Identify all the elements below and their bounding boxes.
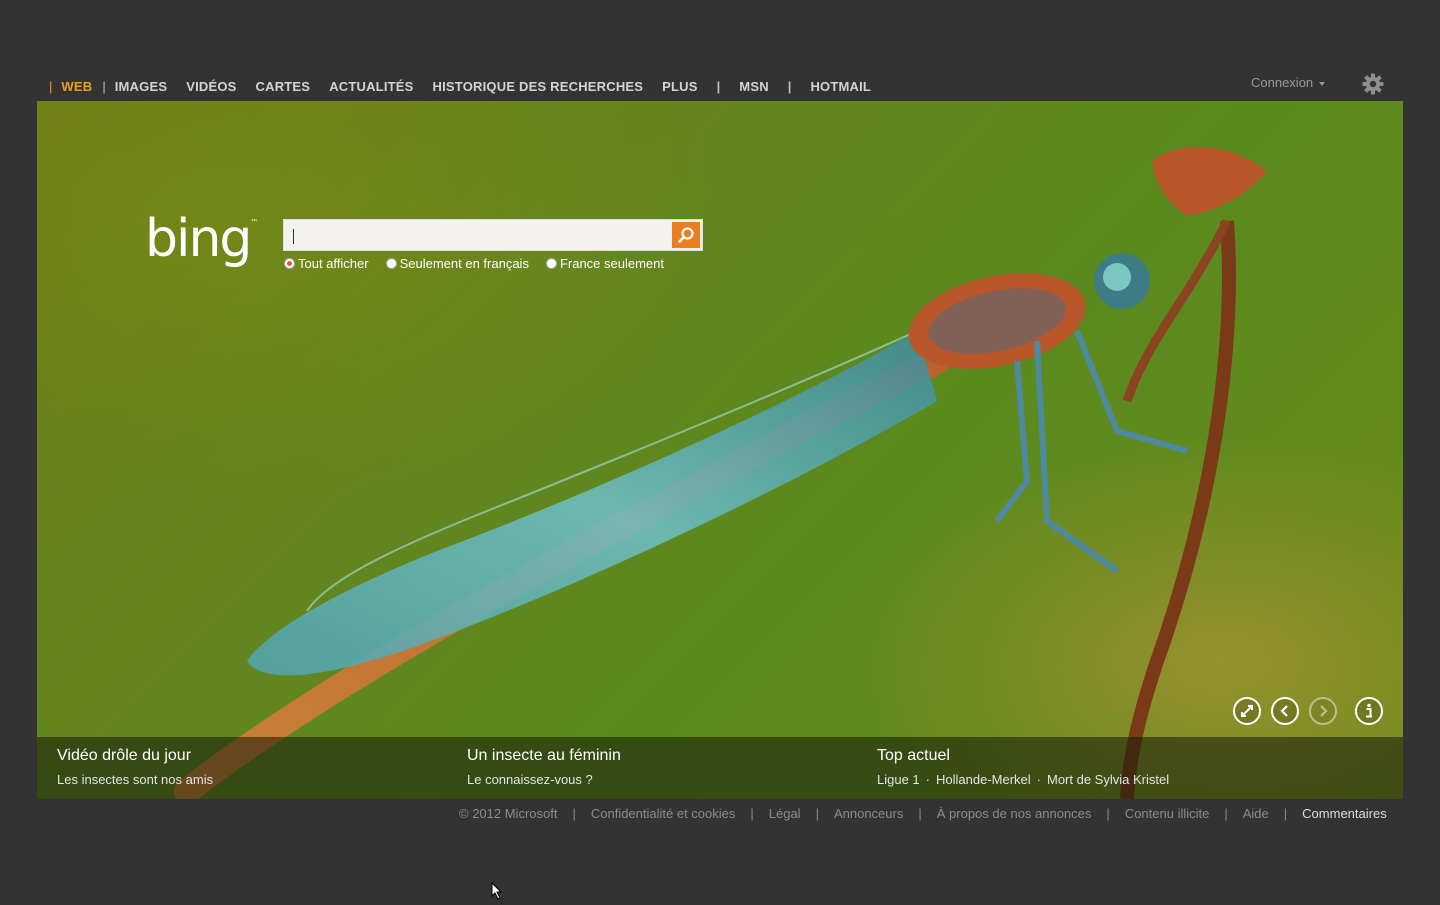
radio-button[interactable] — [385, 258, 397, 269]
nav-images[interactable]: IMAGES — [115, 79, 167, 94]
footer-separator: | — [918, 806, 922, 821]
expand-icon[interactable] — [1233, 697, 1261, 725]
top-link[interactable]: Hollande-Merkel — [936, 772, 1031, 787]
nav-separator: | — [102, 78, 106, 94]
top-link[interactable]: Mort de Sylvia Kristel — [1047, 772, 1169, 787]
strip-column-insecte[interactable]: Un insecte au féminin Le connaissez-vous… — [467, 747, 621, 787]
footer-separator: | — [750, 806, 754, 821]
dot-separator: · — [1036, 772, 1041, 787]
nav-hotmail[interactable]: HOTMAIL — [810, 79, 871, 94]
footer-link-commentaires[interactable]: Commentaires — [1302, 806, 1387, 821]
nav-msn[interactable]: MSN — [739, 79, 769, 94]
next-icon[interactable] — [1309, 697, 1337, 725]
mouse-pointer-icon — [491, 881, 503, 905]
gear-icon[interactable] — [1361, 72, 1385, 96]
copyright: © 2012 Microsoft — [459, 806, 558, 821]
strip-title[interactable]: Un insecte au féminin — [467, 747, 621, 765]
radio-button[interactable] — [545, 258, 557, 269]
radio-button-selected[interactable] — [284, 258, 295, 269]
top-navigation: | WEB | IMAGES VIDÉOS CARTES ACTUALITÉS … — [49, 76, 890, 96]
radio-label: Seulement en français — [399, 256, 529, 271]
footer: © 2012 Microsoft | Confidentialité et co… — [459, 806, 1387, 821]
nav-historique[interactable]: HISTORIQUE DES RECHERCHES — [433, 79, 644, 94]
info-icon[interactable] — [1355, 697, 1383, 725]
nav-separator: | — [787, 78, 792, 94]
strip-subtitle[interactable]: Les insectes sont nos amis — [57, 772, 213, 787]
trademark-mark: ™ — [250, 218, 259, 227]
radio-label: Tout afficher — [298, 256, 369, 271]
dragonfly-illustration — [174, 147, 1267, 799]
chevron-down-icon — [1319, 81, 1326, 86]
strip-subtitle[interactable]: Le connaissez-vous ? — [467, 772, 621, 787]
previous-icon[interactable] — [1271, 697, 1299, 725]
hotspot-strip: Vidéo drôle du jour Les insectes sont no… — [37, 737, 1403, 799]
footer-separator: | — [1283, 806, 1288, 821]
nav-separator: | — [716, 78, 721, 94]
footer-separator: | — [815, 806, 819, 821]
footer-separator: | — [1224, 806, 1228, 821]
nav-separator: | — [49, 78, 53, 94]
radio-tout-afficher[interactable]: Tout afficher — [284, 256, 369, 271]
nav-web[interactable]: WEB — [61, 79, 92, 94]
radio-france-seulement[interactable]: France seulement — [545, 256, 665, 271]
strip-links: Ligue 1 · Hollande-Merkel · Mort de Sylvia K… — [877, 772, 1169, 787]
strip-column-video[interactable]: Vidéo drôle du jour Les insectes sont no… — [57, 747, 213, 787]
hero-image: bing™ Tout afficher Seulement en françai… — [37, 101, 1403, 799]
connexion-label: Connexion — [1251, 75, 1314, 90]
footer-separator: | — [572, 806, 576, 821]
nav-videos[interactable]: VIDÉOS — [186, 79, 236, 94]
search-icon — [678, 227, 694, 243]
search-input[interactable] — [283, 219, 703, 251]
footer-separator: | — [1106, 806, 1110, 821]
strip-title: Top actuel — [877, 747, 950, 764]
nav-cartes[interactable]: CARTES — [256, 79, 311, 94]
bing-logo: bing™ — [145, 213, 258, 265]
bing-logo-text: bing — [145, 209, 252, 269]
footer-link-aide[interactable]: Aide — [1243, 806, 1269, 821]
footer-link-legal[interactable]: Légal — [769, 806, 801, 821]
text-cursor — [293, 229, 294, 244]
connexion-menu[interactable]: Connexion — [1251, 75, 1326, 90]
hero-controls — [37, 697, 1403, 727]
top-link[interactable]: Ligue 1 — [877, 772, 920, 787]
radio-label: France seulement — [559, 256, 665, 271]
search-button[interactable] — [672, 222, 700, 248]
footer-link-apropos-annonces[interactable]: À propos de nos annonces — [937, 806, 1092, 821]
nav-plus[interactable]: PLUS — [662, 79, 697, 94]
search-scope-options: Tout afficher Seulement en français Fran… — [284, 256, 681, 271]
nav-actualites[interactable]: ACTUALITÉS — [329, 79, 413, 94]
strip-column-top-actuel: Top actuel Ligue 1 · Hollande-Merkel · Mort … — [877, 747, 1169, 787]
radio-seulement-francais[interactable]: Seulement en français — [385, 256, 529, 271]
dot-separator: · — [925, 772, 930, 787]
footer-link-confidentialite[interactable]: Confidentialité et cookies — [591, 806, 736, 821]
footer-link-contenu-illicite[interactable]: Contenu illicite — [1125, 806, 1210, 821]
footer-link-annonceurs[interactable]: Annonceurs — [834, 806, 903, 821]
strip-title[interactable]: Vidéo drôle du jour — [57, 747, 213, 765]
